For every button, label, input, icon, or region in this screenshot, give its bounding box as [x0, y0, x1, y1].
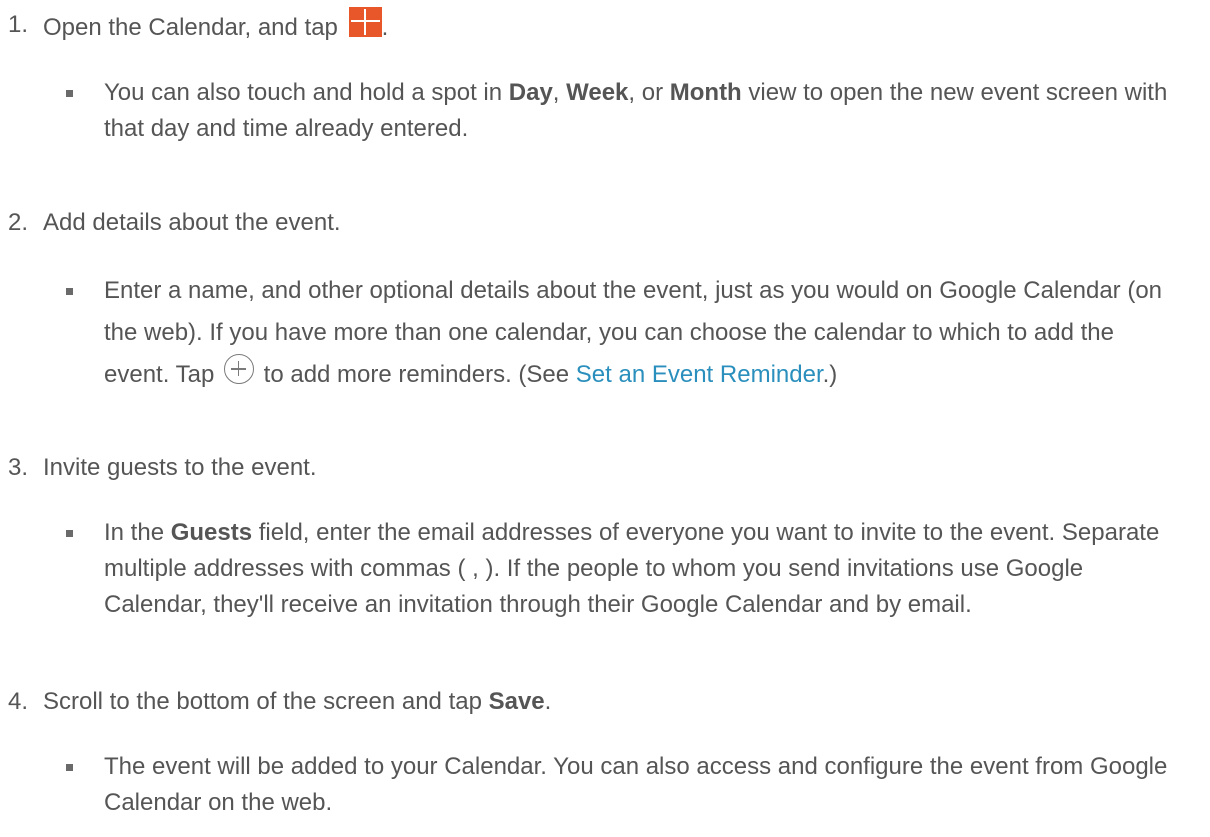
step-2: 2. Add details about the event. Enter a … [0, 205, 1210, 396]
step-number: 3. [8, 454, 29, 481]
bullet-square-icon [66, 288, 73, 295]
step-3: 3. Invite guests to the event. In the Gu… [0, 450, 1210, 623]
step-1-line: 1. Open the Calendar, and tap . [0, 7, 1210, 46]
step-1-bullet: You can also touch and hold a spot in Da… [0, 75, 1210, 147]
step-1-period: . [381, 14, 389, 41]
circle-plus-icon [223, 354, 254, 384]
bullet-text: , or [628, 79, 670, 106]
bullet-text: field, enter the email addresses of ever… [104, 519, 1160, 618]
bold-month: Month [669, 79, 742, 106]
step-4: 4. Scroll to the bottom of the screen an… [0, 684, 1210, 821]
orange-plus-icon [348, 7, 382, 37]
bold-week: Week [566, 79, 629, 106]
step-3-text: Invite guests to the event. [43, 454, 317, 481]
document-page: 1. Open the Calendar, and tap . You can … [0, 0, 1210, 837]
step-4-text: Scroll to the bottom of the screen and t… [43, 688, 489, 715]
bold-guests: Guests [170, 519, 253, 546]
step-number: 1. [8, 11, 29, 38]
bold-save: Save [488, 688, 545, 715]
step-4-bullet: The event will be added to your Calendar… [0, 749, 1210, 821]
bullet-text: , [552, 79, 567, 106]
step-1: 1. Open the Calendar, and tap . You can … [0, 7, 1210, 147]
bold-day: Day [508, 79, 553, 106]
step-number: 4. [8, 688, 29, 715]
bullet-text: to add more reminders. (See [263, 361, 576, 388]
set-event-reminder-link[interactable]: Set an Event Reminder [576, 361, 823, 388]
bullet-square-icon [66, 764, 73, 771]
bullet-text: The event will be added to your Calendar… [104, 753, 1168, 816]
step-1-text: Open the Calendar, and tap [43, 14, 338, 41]
step-4-line: 4. Scroll to the bottom of the screen an… [0, 684, 1210, 720]
bullet-text: In the [104, 519, 171, 546]
step-2-line: 2. Add details about the event. [0, 205, 1210, 241]
step-3-bullet: In the Guests field, enter the email add… [0, 515, 1210, 623]
step-4-period: . [544, 688, 552, 715]
step-2-text: Add details about the event. [43, 209, 341, 236]
bullet-text: .) [822, 361, 838, 388]
step-number: 2. [8, 209, 29, 236]
step-3-line: 3. Invite guests to the event. [0, 450, 1210, 486]
step-2-bullet: Enter a name, and other optional details… [0, 270, 1210, 396]
bullet-text: You can also touch and hold a spot in [104, 79, 509, 106]
bullet-square-icon [66, 90, 73, 97]
bullet-square-icon [66, 530, 73, 537]
